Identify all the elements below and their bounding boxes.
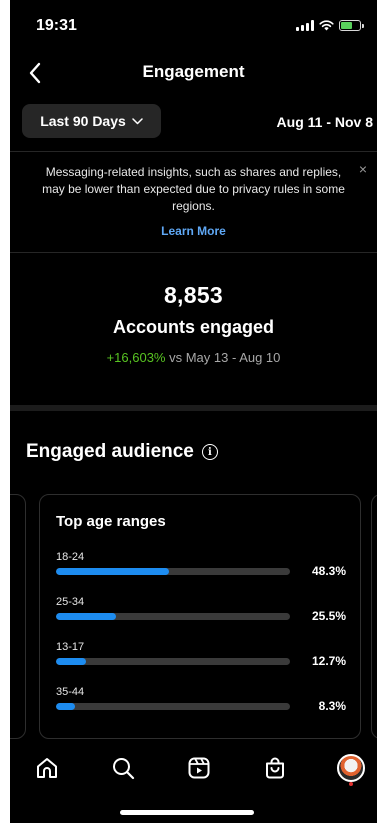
comparison-period: vs May 13 - Aug 10: [165, 350, 281, 365]
battery-icon: [339, 20, 364, 31]
header: Engagement: [10, 54, 377, 90]
cellular-signal-icon: [296, 20, 314, 31]
engaged-audience-title: Engaged audience: [26, 441, 194, 462]
info-icon[interactable]: i: [201, 444, 218, 460]
section-divider: [10, 405, 377, 411]
chevron-down-icon: [132, 117, 143, 124]
nav-home[interactable]: [31, 752, 63, 784]
age-range-label: 13-17: [56, 641, 85, 653]
accounts-engaged-value: 8,853: [163, 282, 224, 308]
age-range-label: 35-44: [56, 686, 85, 698]
nav-shop[interactable]: [259, 752, 291, 784]
age-range-bar-track: [56, 613, 290, 620]
age-range-percent: 12.7%: [311, 654, 346, 668]
status-time: 19:31: [36, 17, 77, 34]
next-card[interactable]: [371, 494, 377, 739]
divider: [10, 252, 377, 253]
date-range-selector[interactable]: Last 90 Days: [22, 104, 161, 138]
age-range-bar-track: [56, 703, 290, 710]
age-range-bar-fill: [56, 703, 76, 710]
age-range-bar-track: [56, 658, 290, 665]
age-range-percent: 48.3%: [311, 564, 346, 578]
privacy-notice: × Messaging-related insights, such as sh…: [10, 161, 377, 240]
date-range-row: Last 90 Days Aug 11 - Nov 8: [10, 104, 377, 142]
top-age-ranges-card: Top age ranges 18-24 48.3% 25-34 25.5% 1…: [39, 494, 361, 739]
date-range-label: Last 90 Days: [40, 113, 126, 129]
comparison-text: +16,603% vs May 13 - Aug 10: [10, 350, 377, 365]
age-range-row: 13-17 12.7%: [56, 641, 346, 671]
wifi-icon: [319, 20, 334, 31]
shop-icon: [266, 757, 284, 779]
age-range-bar-fill: [56, 658, 86, 665]
age-range-bar-fill: [56, 613, 116, 620]
accounts-engaged-summary: 8,853 Accounts engaged +16,603% vs May 1…: [10, 282, 377, 365]
nav-profile[interactable]: [335, 752, 367, 784]
close-notice-button[interactable]: ×: [355, 161, 371, 177]
phone-screen: 19:31 Engagement Last 90 Days Aug 11 - N…: [10, 0, 377, 823]
nav-reels[interactable]: [183, 752, 215, 784]
page-title: Engagement: [142, 62, 245, 81]
home-icon: [37, 758, 57, 778]
card-title: Top age ranges: [56, 513, 166, 530]
divider: [10, 151, 377, 152]
previous-card[interactable]: [10, 494, 26, 739]
change-percent: +16,603%: [106, 350, 166, 365]
age-range-bar-fill: [56, 568, 170, 575]
notification-dot: [349, 782, 353, 786]
home-indicator: [120, 810, 254, 815]
nav-search[interactable]: [107, 752, 139, 784]
date-range-dates: Aug 11 - Nov 8: [276, 114, 373, 130]
age-range-row: 35-44 8.3%: [56, 686, 346, 716]
bottom-nav: [10, 748, 377, 788]
status-icons: [296, 20, 364, 31]
notice-text: Messaging-related insights, such as shar…: [42, 165, 345, 213]
reels-icon: [188, 757, 210, 779]
age-range-row: 25-34 25.5%: [56, 596, 346, 626]
age-range-label: 18-24: [56, 551, 85, 563]
search-icon: [113, 758, 135, 780]
avatar: [337, 754, 365, 782]
age-range-row: 18-24 48.3%: [56, 551, 346, 581]
age-range-label: 25-34: [56, 596, 85, 608]
engaged-audience-heading: Engaged audience i: [26, 441, 218, 463]
age-range-percent: 25.5%: [311, 609, 346, 623]
status-bar: 19:31: [10, 0, 377, 48]
age-range-bar-track: [56, 568, 290, 575]
accounts-engaged-label: Accounts engaged: [112, 317, 275, 337]
learn-more-link[interactable]: Learn More: [161, 224, 226, 238]
age-range-percent: 8.3%: [318, 699, 346, 713]
